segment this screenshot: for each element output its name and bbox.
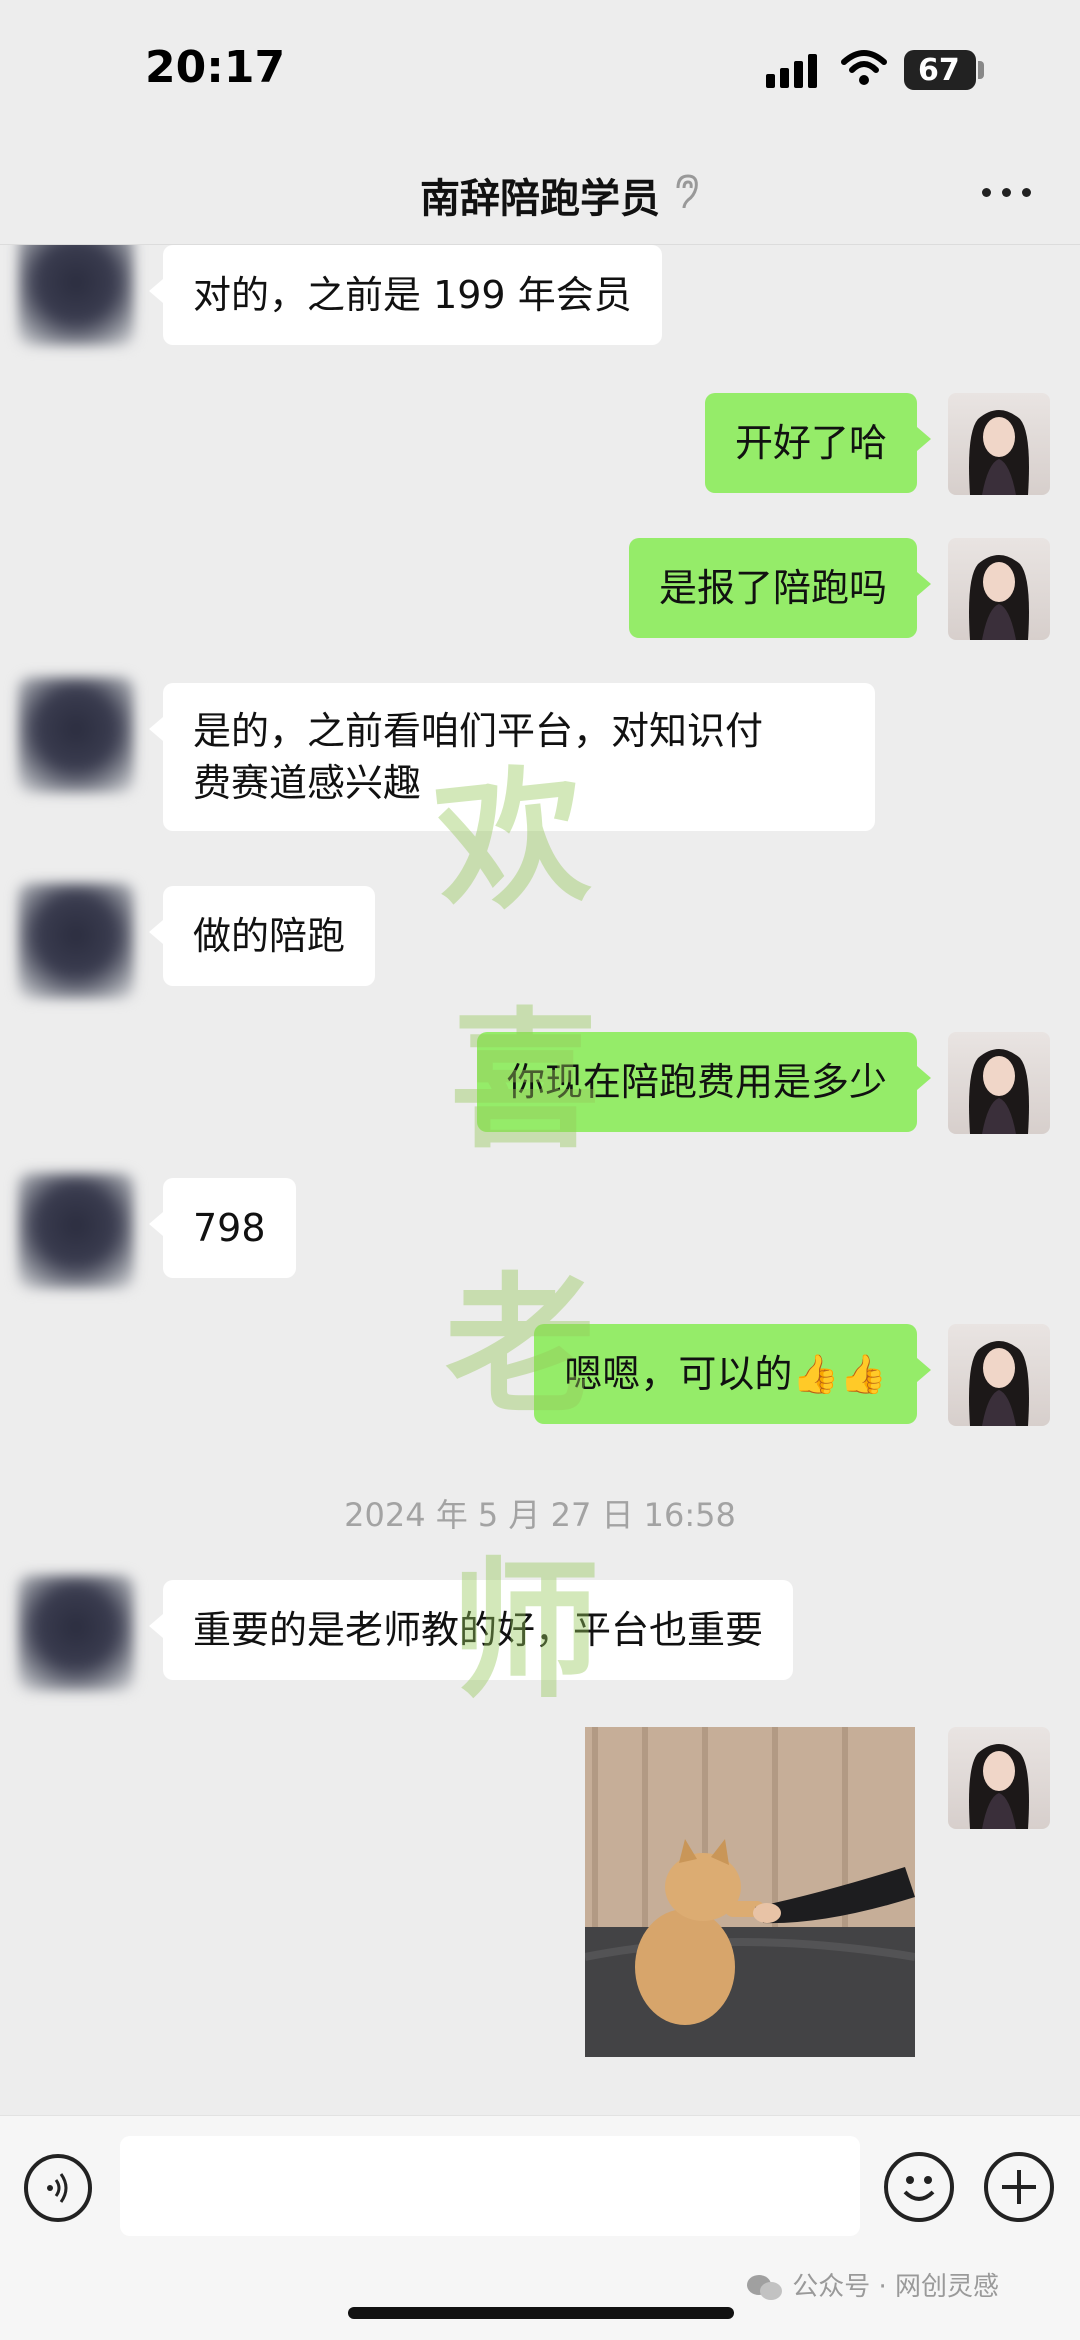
message-bubble-incoming[interactable]: 重要的是老师教的好，平台也重要 (148, 1580, 794, 1680)
message-text-line: 费赛道感兴趣 (193, 761, 422, 805)
message-bubble-incoming[interactable]: 对的，之前是 199 年会员 (149, 245, 662, 345)
cat-photo (585, 1727, 915, 2057)
emoji-icon[interactable] (884, 2152, 954, 2222)
voice-icon[interactable] (24, 2154, 92, 2222)
message-image-cat[interactable] (585, 1727, 915, 2057)
message-bubble-outgoing[interactable]: 嗯嗯，可以的👍👍 (534, 1324, 931, 1424)
message-text: 你现在陪跑费用是多少 (506, 1060, 887, 1104)
message-list[interactable]: 对的，之前是 199 年会员 开好了哈 是报了陪跑吗 是的，之前看咱们平台，对知… (0, 245, 1080, 2115)
message-text: 重要的是老师教的好，平台也重要 (193, 1608, 764, 1652)
status-time: 20:17 (145, 42, 286, 93)
message-text: 做的陪跑 (193, 914, 346, 958)
portrait-illustration (969, 410, 1029, 495)
message-bubble-outgoing[interactable]: 开好了哈 (704, 393, 932, 493)
message-text-line: 是的，之前看咱们平台，对知识付 (193, 709, 764, 753)
contact-avatar[interactable] (18, 677, 134, 793)
battery-level: 67 (918, 52, 960, 88)
message-bubble-incoming[interactable]: 是的，之前看咱们平台，对知识付 费赛道感兴趣 (149, 683, 875, 831)
contact-avatar[interactable] (18, 883, 134, 999)
portrait-illustration (969, 1744, 1029, 1829)
message-text: 对的，之前是 199 年会员 (193, 273, 632, 317)
message-text: 798 (193, 1206, 266, 1250)
message-bubble-incoming[interactable]: 做的陪跑 (148, 886, 376, 986)
message-bubble-outgoing[interactable]: 你现在陪跑费用是多少 (476, 1032, 932, 1132)
portrait-illustration (969, 1341, 1029, 1426)
source-text: 公众号 · 网创灵感 (792, 2272, 1000, 2302)
message-bubble-outgoing[interactable]: 是报了陪跑吗 (628, 538, 932, 638)
my-avatar[interactable] (948, 1324, 1050, 1426)
contact-avatar[interactable] (18, 245, 134, 346)
message-text: 开好了哈 (734, 421, 887, 465)
plus-icon[interactable] (984, 2152, 1054, 2222)
chat-header: 南辞陪跑学员 (0, 140, 1080, 245)
my-avatar[interactable] (948, 538, 1050, 640)
signal-icon (766, 52, 822, 88)
contact-avatar[interactable] (18, 1575, 134, 1691)
my-avatar[interactable] (948, 1032, 1050, 1134)
wechat-icon (747, 2274, 782, 2300)
message-text: 嗯嗯，可以的👍👍 (564, 1352, 887, 1396)
message-bubble-incoming[interactable]: 798 (149, 1178, 296, 1278)
my-avatar[interactable] (948, 393, 1050, 495)
chat-title: 南辞陪跑学员 (420, 176, 660, 222)
battery-tip (978, 61, 984, 79)
wifi-icon (841, 50, 887, 85)
status-bar: 20:17 67 (0, 0, 1080, 140)
chat-timestamp: 2024 年 5 月 27 日 16:58 (344, 1496, 736, 1534)
my-avatar[interactable] (948, 1727, 1050, 1829)
portrait-illustration (969, 1049, 1029, 1134)
portrait-illustration (969, 555, 1029, 640)
contact-avatar[interactable] (18, 1173, 134, 1289)
battery-indicator: 67 (904, 50, 976, 90)
message-text: 是报了陪跑吗 (658, 566, 887, 610)
source-tag: 公众号 · 网创灵感 (744, 2266, 999, 2303)
more-icon[interactable] (982, 182, 1034, 202)
ear-icon (676, 174, 698, 209)
home-indicator[interactable] (348, 2307, 734, 2319)
message-input[interactable] (120, 2136, 860, 2236)
